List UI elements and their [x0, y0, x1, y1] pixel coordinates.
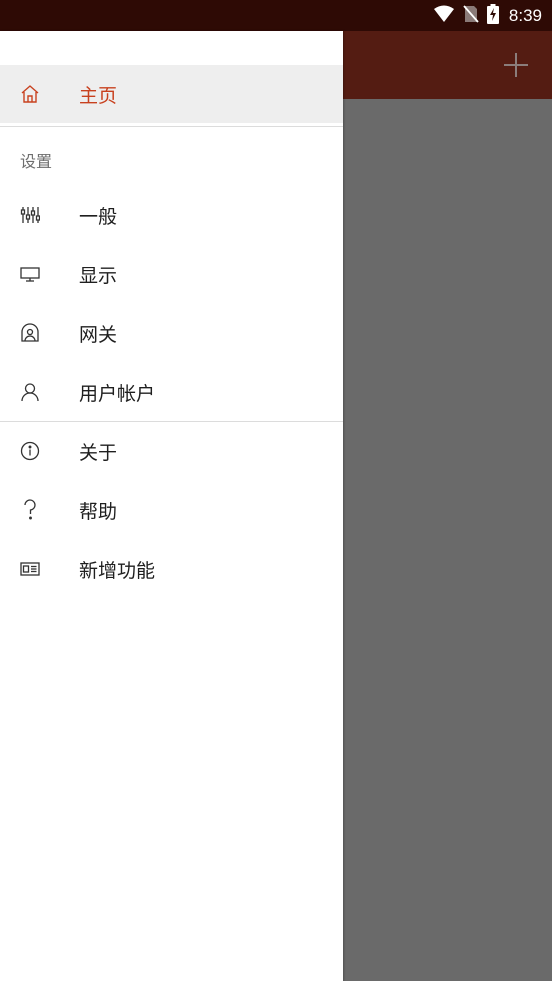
app-bar: [343, 31, 552, 99]
info-icon: [19, 440, 41, 462]
monitor-icon: [19, 263, 41, 285]
plus-icon[interactable]: [502, 51, 530, 79]
user-icon: [19, 381, 41, 403]
nav-item-general[interactable]: 一般: [0, 186, 343, 244]
gateway-icon: [19, 322, 41, 344]
nav-item-gateway[interactable]: 网关: [0, 304, 343, 362]
nav-item-general-label: 一般: [79, 205, 118, 228]
nav-item-user-account-label: 用户帐户: [79, 382, 156, 405]
nav-item-display[interactable]: 显示: [0, 245, 343, 303]
news-icon: [19, 558, 41, 580]
nav-item-whats-new[interactable]: 新增功能: [0, 540, 343, 598]
nav-item-home[interactable]: 主页: [0, 65, 343, 123]
nav-item-gateway-label: 网关: [79, 323, 118, 346]
no-sim-icon: [463, 4, 479, 27]
nav-item-home-label: 主页: [79, 84, 118, 107]
navigation-drawer: 主页 设置 一般 显示 网关 用户帐户 关于 帮助 新增功能: [0, 31, 343, 981]
drawer-scrim[interactable]: [343, 99, 552, 981]
status-bar: 8:39: [0, 0, 552, 31]
nav-item-help[interactable]: 帮助: [0, 481, 343, 539]
divider: [0, 126, 343, 127]
nav-item-user-account[interactable]: 用户帐户: [0, 363, 343, 421]
section-header-settings: 设置: [20, 152, 53, 171]
clock-time: 8:39: [508, 5, 542, 25]
nav-item-whats-new-label: 新增功能: [79, 559, 156, 582]
nav-item-about[interactable]: 关于: [0, 422, 343, 480]
sliders-icon: [19, 204, 41, 226]
battery-charging-icon: [486, 3, 499, 28]
nav-item-display-label: 显示: [79, 264, 118, 287]
home-icon: [19, 83, 41, 105]
status-icons: 8:39: [433, 0, 542, 31]
nav-item-help-label: 帮助: [79, 500, 118, 523]
nav-item-about-label: 关于: [79, 441, 118, 464]
wifi-icon: [433, 5, 455, 27]
help-icon: [19, 499, 41, 521]
